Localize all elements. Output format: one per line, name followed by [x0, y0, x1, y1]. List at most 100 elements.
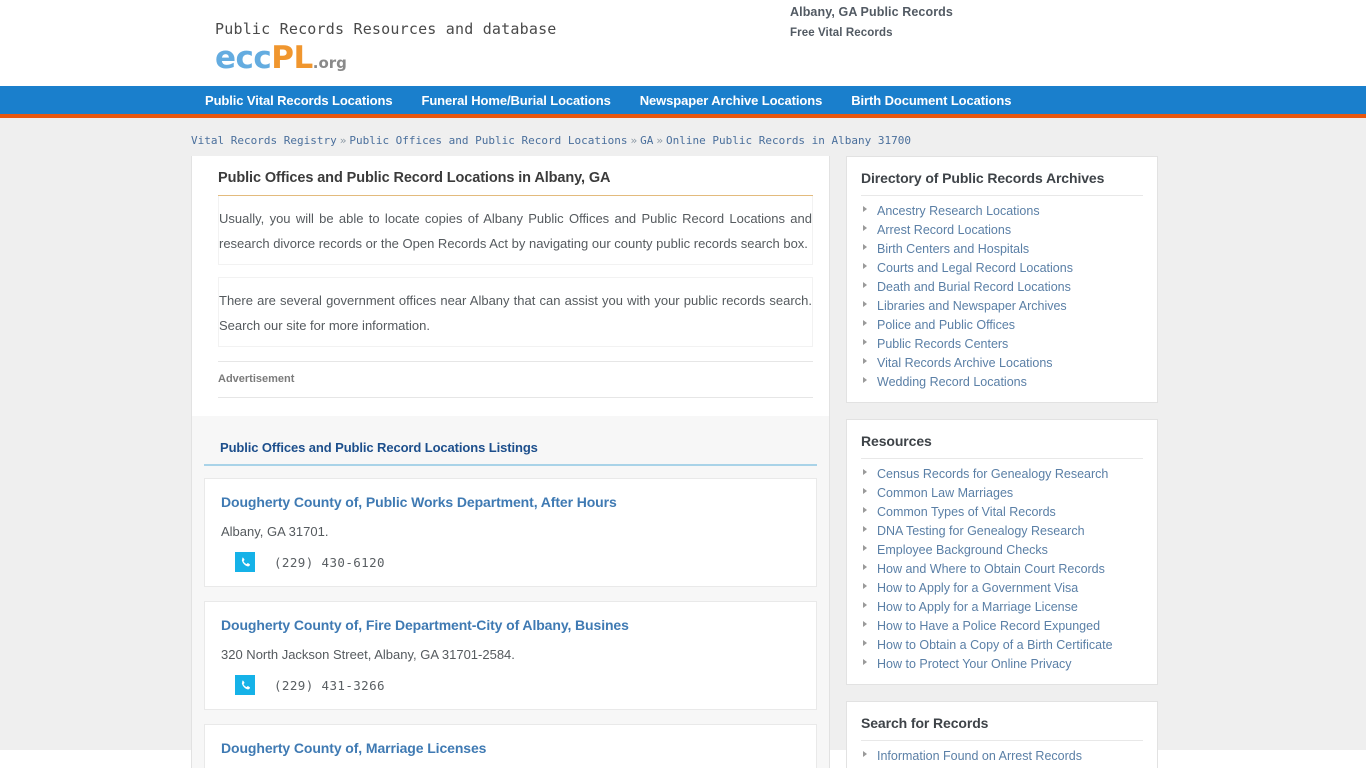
sidebar-link-label: Vital Records Archive Locations	[877, 356, 1053, 370]
main-content: Public Offices and Public Record Locatio…	[191, 156, 830, 768]
listing-phone-row: (229) 430-6120	[221, 552, 800, 572]
sidebar-link-label: Census Records for Genealogy Research	[877, 467, 1109, 481]
chevron-right-icon	[863, 358, 867, 364]
sidebar-link-label: Death and Burial Record Locations	[877, 280, 1071, 294]
sidebar: Directory of Public Records Archives Anc…	[846, 156, 1158, 768]
chevron-right-icon	[863, 263, 867, 269]
listing-item: Dougherty County of, Public Works Depart…	[204, 478, 817, 587]
sidebar-link-how-to-apply-for-a-marriage-license[interactable]: How to Apply for a Marriage License	[861, 598, 1143, 617]
chevron-right-icon	[863, 659, 867, 665]
sidebar-link-common-types-of-vital-records[interactable]: Common Types of Vital Records	[861, 503, 1143, 522]
sidebar-link-police-and-public-offices[interactable]: Police and Public Offices	[861, 316, 1143, 335]
sidebar-link-label: Common Types of Vital Records	[877, 505, 1056, 519]
nav-item-funeral-home-burial-locations[interactable]: Funeral Home/Burial Locations	[421, 93, 610, 108]
nav-item-public-vital-records-locations[interactable]: Public Vital Records Locations	[205, 93, 393, 108]
breadcrumb-separator: »	[339, 134, 347, 147]
brand-tagline: Public Records Resources and database	[215, 20, 557, 38]
advertisement-label: Advertisement	[218, 373, 295, 385]
content-columns: Public Offices and Public Record Locatio…	[0, 156, 1366, 768]
main-navigation: Public Vital Records Locations Funeral H…	[0, 86, 1366, 118]
breadcrumb: Vital Records Registry» Public Offices an…	[0, 127, 1366, 156]
listing-address: 320 North Jackson Street, Albany, GA 317…	[221, 647, 515, 662]
breadcrumb-item-1[interactable]: Public Offices and Public Record Locatio…	[349, 134, 627, 147]
sidebar-link-common-law-marriages[interactable]: Common Law Marriages	[861, 484, 1143, 503]
chevron-right-icon	[863, 564, 867, 570]
chevron-right-icon	[863, 244, 867, 250]
chevron-right-icon	[863, 602, 867, 608]
nav-item-birth-document-locations[interactable]: Birth Document Locations	[851, 93, 1011, 108]
site-logo[interactable]: eccPL.org	[215, 43, 557, 74]
sidebar-link-label: Wedding Record Locations	[877, 375, 1027, 389]
sidebar-link-label: Common Law Marriages	[877, 486, 1014, 500]
sidebar-link-census-records-for-genealogy-research[interactable]: Census Records for Genealogy Research	[861, 465, 1143, 484]
chevron-right-icon	[863, 488, 867, 494]
breadcrumb-item-3[interactable]: Online Public Records in Albany 31700	[666, 134, 911, 147]
sidebar-link-label: Employee Background Checks	[877, 543, 1048, 557]
sidebar-box-resources: Resources Census Records for Genealogy R…	[846, 419, 1158, 685]
chevron-right-icon	[863, 206, 867, 212]
sidebar-link-ancestry-research-locations[interactable]: Ancestry Research Locations	[861, 202, 1143, 221]
advertisement-strip: Advertisement	[218, 361, 813, 398]
listing-title[interactable]: Dougherty County of, Fire Department-Cit…	[221, 617, 800, 633]
sidebar-link-label: How to Obtain a Copy of a Birth Certific…	[877, 638, 1113, 652]
chevron-right-icon	[863, 526, 867, 532]
sidebar-link-libraries-and-newspaper-archives[interactable]: Libraries and Newspaper Archives	[861, 297, 1143, 316]
breadcrumb-item-2[interactable]: GA	[640, 134, 653, 147]
sidebar-link-how-to-obtain-a-copy-of-a-birth-certificate[interactable]: How to Obtain a Copy of a Birth Certific…	[861, 636, 1143, 655]
sidebar-link-label: Public Records Centers	[877, 337, 1009, 351]
listing-phone-row: (229) 431-3266	[221, 675, 800, 695]
sidebar-link-arrest-record-locations[interactable]: Arrest Record Locations	[861, 221, 1143, 240]
sidebar-box-search-for-records: Search for Records Information Found on …	[846, 701, 1158, 768]
sidebar-link-birth-centers-and-hospitals[interactable]: Birth Centers and Hospitals	[861, 240, 1143, 259]
sidebar-link-how-to-apply-for-a-government-visa[interactable]: How to Apply for a Government Visa	[861, 579, 1143, 598]
sidebar-box-directory: Directory of Public Records Archives Anc…	[846, 156, 1158, 403]
sidebar-link-label: Birth Centers and Hospitals	[877, 242, 1030, 256]
sidebar-link-label: How to Protect Your Online Privacy	[877, 657, 1072, 671]
chevron-right-icon	[863, 621, 867, 627]
sidebar-link-label: How to Apply for a Marriage License	[877, 600, 1078, 614]
sidebar-link-dna-testing-for-genealogy-research[interactable]: DNA Testing for Genealogy Research	[861, 522, 1143, 541]
header-ad-line-1[interactable]: Albany, GA Public Records	[790, 5, 1210, 19]
sidebar-link-how-and-where-to-obtain-court-records[interactable]: How and Where to Obtain Court Records	[861, 560, 1143, 579]
header-ad-line-2[interactable]: Free Vital Records	[790, 27, 1210, 39]
brand-block[interactable]: Public Records Resources and database ec…	[215, 20, 557, 74]
phone-icon	[235, 552, 255, 572]
sidebar-link-label: How to Apply for a Government Visa	[877, 581, 1079, 595]
intro-paragraph-2: There are several government offices nea…	[218, 277, 813, 347]
sidebar-link-how-to-protect-your-online-privacy[interactable]: How to Protect Your Online Privacy	[861, 655, 1143, 674]
chevron-right-icon	[863, 225, 867, 231]
sidebar-link-label: Ancestry Research Locations	[877, 204, 1040, 218]
breadcrumb-item-0[interactable]: Vital Records Registry	[191, 134, 337, 147]
page-title: Public Offices and Public Record Locatio…	[218, 170, 813, 196]
nav-item-newspaper-archive-locations[interactable]: Newspaper Archive Locations	[640, 93, 823, 108]
listing-phone-number[interactable]: (229) 431-3266	[274, 678, 385, 693]
breadcrumb-separator: »	[656, 134, 663, 147]
logo-text-org: .org	[312, 54, 347, 72]
sidebar-link-label: Arrest Record Locations	[877, 223, 1012, 237]
chevron-right-icon	[863, 377, 867, 383]
chevron-right-icon	[863, 640, 867, 646]
sidebar-link-how-to-have-a-police-record-expunged[interactable]: How to Have a Police Record Expunged	[861, 617, 1143, 636]
sidebar-link-death-and-burial-record-locations[interactable]: Death and Burial Record Locations	[861, 278, 1143, 297]
listing-title[interactable]: Dougherty County of, Public Works Depart…	[221, 494, 800, 510]
listings-heading: Public Offices and Public Record Locatio…	[204, 440, 817, 466]
chevron-right-icon	[863, 583, 867, 589]
sidebar-link-employee-background-checks[interactable]: Employee Background Checks	[861, 541, 1143, 560]
sidebar-link-information-found-on-arrest-records[interactable]: Information Found on Arrest Records	[861, 747, 1143, 766]
sidebar-link-wedding-record-locations[interactable]: Wedding Record Locations	[861, 373, 1143, 392]
listing-title[interactable]: Dougherty County of, Marriage Licenses	[221, 740, 800, 756]
sidebar-link-courts-and-legal-record-locations[interactable]: Courts and Legal Record Locations	[861, 259, 1143, 278]
chevron-right-icon	[863, 545, 867, 551]
listing-address: Albany, GA 31701.	[221, 524, 329, 539]
sidebar-box-title: Directory of Public Records Archives	[861, 170, 1143, 196]
sidebar-link-label: Police and Public Offices	[877, 318, 1016, 332]
sidebar-link-label: DNA Testing for Genealogy Research	[877, 524, 1085, 538]
listing-phone-number[interactable]: (229) 430-6120	[274, 555, 385, 570]
sidebar-link-public-records-centers[interactable]: Public Records Centers	[861, 335, 1143, 354]
sidebar-link-vital-records-archive-locations[interactable]: Vital Records Archive Locations	[861, 354, 1143, 373]
sidebar-link-label: Libraries and Newspaper Archives	[877, 299, 1067, 313]
chevron-right-icon	[863, 320, 867, 326]
chevron-right-icon	[863, 301, 867, 307]
intro-paragraph-1: Usually, you will be able to locate copi…	[218, 196, 813, 265]
sidebar-link-label: Information Found on Arrest Records	[877, 749, 1082, 763]
